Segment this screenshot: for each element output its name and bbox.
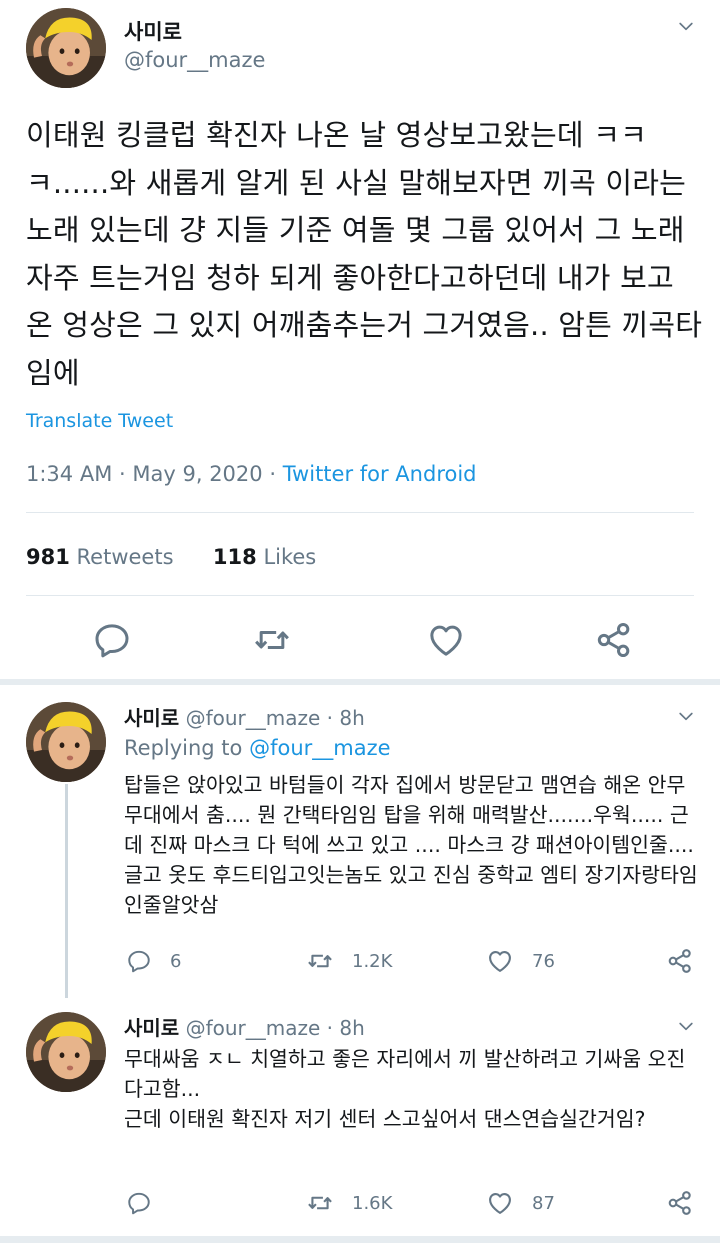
share-button[interactable] [666, 1188, 712, 1218]
heart-icon [486, 947, 514, 975]
display-name[interactable]: 사미로 [124, 16, 182, 46]
reply-text-line: 근데 이태원 확진자 저기 센터 스고싶어서 댄스연습실간거임? [124, 1107, 646, 1131]
chevron-down-icon[interactable] [676, 706, 696, 726]
retweet-button[interactable]: 1.6K [306, 1188, 392, 1218]
reply-text: 무대싸움 ㅈㄴ 치열하고 좋은 자리에서 끼 발산하려고 기싸움 오진다고함..… [124, 1044, 704, 1134]
meta-separator: · [269, 462, 277, 486]
reply-icon[interactable] [92, 620, 132, 660]
reply-age: 8h [339, 1016, 365, 1040]
section-separator [0, 679, 720, 685]
avatar-image [26, 702, 106, 782]
reply-button[interactable]: 6 [126, 946, 181, 976]
share-button[interactable] [666, 946, 712, 976]
avatar[interactable] [26, 8, 106, 88]
share-icon[interactable] [594, 620, 634, 660]
tweet-meta: 1:34 AM · May 9, 2020 · Twitter for Andr… [26, 462, 477, 486]
retweets-label: Retweets [76, 545, 174, 569]
share-icon [666, 947, 694, 975]
like-button[interactable]: 87 [486, 1188, 555, 1218]
tweet-text: 이태원 킹클럽 확진자 나온 날 영상보고왔는데 ㅋㅋㅋ......와 새롭게 … [26, 118, 703, 390]
likes-label: Likes [263, 545, 317, 569]
tweet-time: 1:34 AM [26, 462, 113, 486]
tweet-stats: 981 Retweets 118 Likes [26, 545, 316, 569]
retweet-icon [306, 947, 334, 975]
display-name[interactable]: 사미로 [124, 1016, 179, 1040]
divider [26, 595, 694, 596]
chevron-down-icon[interactable] [676, 16, 696, 36]
meta-separator: · [326, 1016, 333, 1040]
retweet-count: 1.2K [352, 950, 393, 972]
replying-to: Replying to @four__maze [124, 736, 391, 760]
reply-text-line: 무대싸움 ㅈㄴ 치열하고 좋은 자리에서 끼 발산하려고 기싸움 오진다고함..… [124, 1047, 686, 1101]
heart-icon [486, 1189, 514, 1217]
reply-tweet[interactable]: 사미로 @four__maze · 8h Replying to @four__… [0, 702, 720, 992]
likes-stat[interactable]: 118 Likes [213, 545, 316, 569]
avatar[interactable] [26, 702, 106, 782]
tweet-date: May 9, 2020 [132, 462, 263, 486]
translate-tweet-link[interactable]: Translate Tweet [26, 410, 173, 432]
reply-text: 탑들은 앉아있고 바텀들이 각자 집에서 방문닫고 맴연습 해온 안무 무대에서… [124, 773, 698, 917]
reply-tweet[interactable]: 사미로 @four__maze · 8h 무대싸움 ㅈㄴ 치열하고 좋은 자리에… [0, 1012, 720, 1232]
user-handle[interactable]: @four__maze [124, 48, 265, 72]
reply-icon [126, 1190, 152, 1216]
user-handle[interactable]: @four__maze [186, 706, 321, 730]
avatar-image [26, 8, 106, 88]
retweet-count: 1.6K [352, 1192, 393, 1214]
reply-age: 8h [339, 706, 365, 730]
retweet-icon [306, 1189, 334, 1217]
user-handle[interactable]: @four__maze [186, 1016, 321, 1040]
main-tweet: 사미로 @four__maze 이태원 킹클럽 확진자 나온 날 영상보고왔는데… [0, 0, 720, 680]
retweet-icon[interactable] [252, 620, 292, 660]
chevron-down-icon[interactable] [676, 1016, 696, 1036]
reply-header: 사미로 @four__maze · 8h [124, 702, 365, 731]
meta-separator: · [119, 462, 126, 486]
like-count: 87 [532, 1192, 555, 1214]
meta-separator: · [326, 706, 333, 730]
section-separator [0, 1236, 720, 1243]
reply-button[interactable] [126, 1188, 170, 1218]
reply-count: 6 [170, 950, 182, 972]
avatar[interactable] [26, 1012, 106, 1092]
like-count: 76 [532, 950, 555, 972]
heart-icon[interactable] [426, 620, 466, 660]
share-icon [666, 1189, 694, 1217]
retweets-count: 981 [26, 545, 70, 569]
divider [26, 512, 694, 513]
reply-header: 사미로 @four__maze · 8h [124, 1012, 365, 1041]
avatar-image [26, 1012, 106, 1092]
retweets-stat[interactable]: 981 Retweets [26, 545, 174, 569]
tweet-actions [0, 620, 720, 664]
like-button[interactable]: 76 [486, 946, 555, 976]
replying-handle-link[interactable]: @four__maze [249, 736, 390, 760]
likes-count: 118 [212, 545, 257, 569]
retweet-button[interactable]: 1.2K [306, 946, 392, 976]
display-name[interactable]: 사미로 [124, 706, 179, 730]
tweet-source-link[interactable]: Twitter for Android [283, 462, 477, 486]
reply-icon [126, 948, 152, 974]
replying-prefix: Replying to [124, 736, 243, 760]
